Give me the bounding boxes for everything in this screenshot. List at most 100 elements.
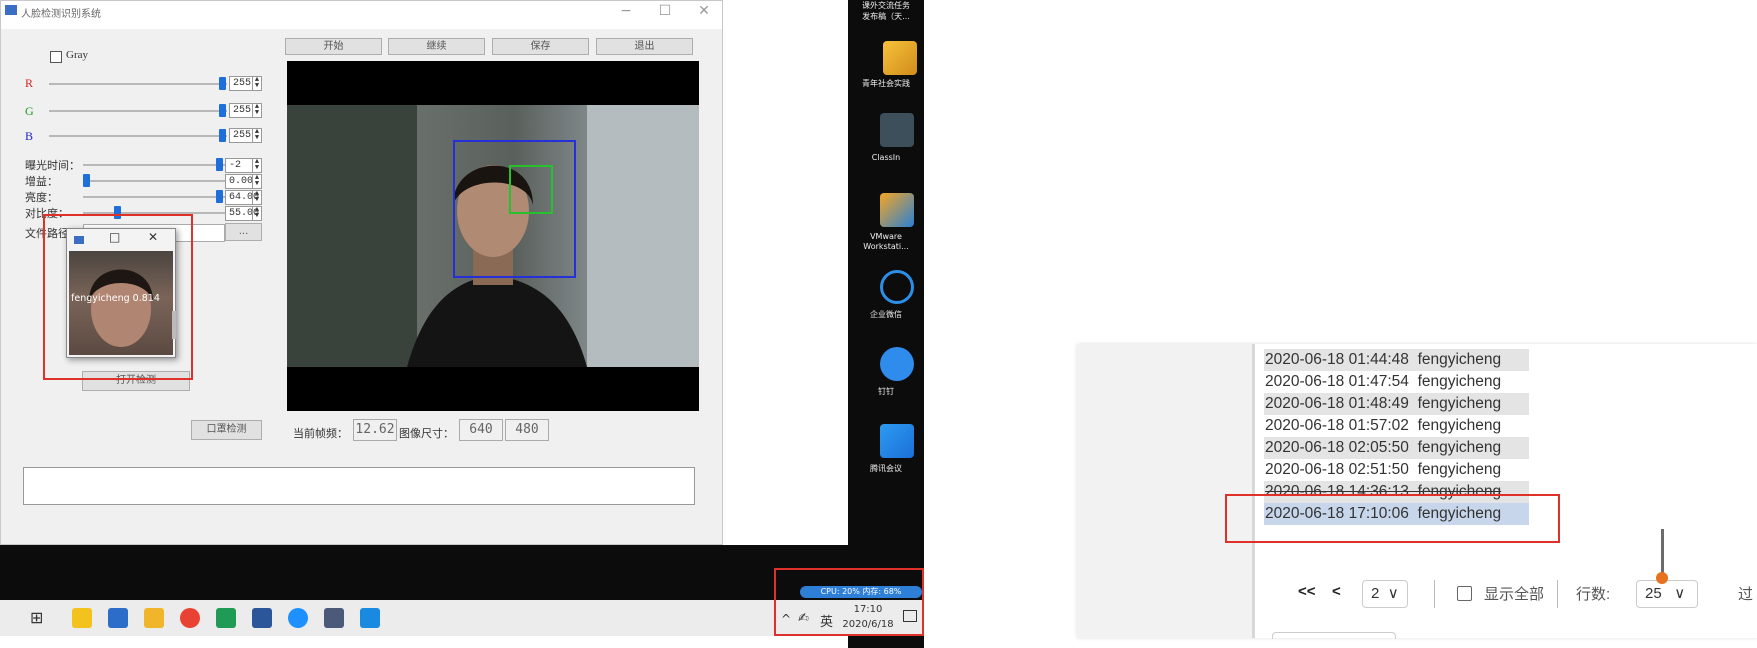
task-view-icon[interactable]: ⊞ [30,608,50,628]
gain-label: 增益： [25,176,58,188]
page-select[interactable]: 2 ∨ [1362,580,1408,608]
chevron-down-icon: ∨ [1387,585,1399,602]
close-button[interactable]: ✕ [687,1,721,23]
log-row-2[interactable]: 2020-06-18 01:48:49 fengyicheng [1264,393,1529,415]
log-name: fengyicheng [1417,373,1502,390]
taskbar-app-icon-p[interactable] [360,608,380,628]
vmware-icon[interactable] [880,193,914,227]
log-row-3[interactable]: 2020-06-18 01:57:02 fengyicheng [1264,415,1529,437]
log-date: 2020-06-18 02:51:50 [1265,461,1409,478]
log-row-1[interactable]: 2020-06-18 01:47:54 fengyicheng [1264,371,1529,393]
rows-per-page-select[interactable]: 25 ∨ [1636,580,1698,608]
window-light [587,105,699,367]
divider [1557,580,1558,608]
brightness-slider[interactable] [83,196,227,198]
desktop-icon-label-3: 企业微信 [870,310,902,319]
desktop-icon-label-1: ClassIn [871,153,901,162]
gray-checkbox[interactable] [50,51,62,63]
start-button[interactable]: 开始 [285,38,382,55]
b-slider-handle[interactable] [219,129,226,142]
filter-label-cut: 过 [1738,586,1754,603]
save-button[interactable]: 保存 [492,38,589,55]
first-page-button[interactable]: << [1298,583,1316,600]
browse-button[interactable]: ... [225,223,262,241]
log-name: fengyicheng [1417,461,1502,478]
width-display: 640 [459,419,503,441]
brightness-label: 亮度： [25,192,58,204]
brightness-spinbox[interactable]: 64.00 ▲ ▼ [225,190,262,205]
r-spinbox[interactable]: 255 ▲ ▼ [229,76,262,91]
contrast-spinbox[interactable]: 55.00 ▲ ▼ [225,206,262,221]
pycharm-icon[interactable] [216,608,236,628]
word-icon[interactable] [252,608,272,628]
gain-slider[interactable] [83,180,227,182]
wecom-icon[interactable] [880,270,914,304]
spin-arrows-icon[interactable]: ▲ ▼ [252,104,261,117]
exposure-slider-handle[interactable] [216,158,223,171]
exposure-label: 曝光时间： [25,160,80,172]
brightness-slider-handle[interactable] [216,190,223,203]
log-name: fengyicheng [1417,351,1502,368]
taskbar-app-icon-1[interactable] [72,608,92,628]
tencent-meeting-icon[interactable] [880,424,914,458]
log-date: 2020-06-18 01:48:49 [1265,395,1409,412]
chrome-icon[interactable] [180,608,200,628]
log-row-0[interactable]: 2020-06-18 01:44:48 fengyicheng [1264,349,1529,371]
continue-button[interactable]: 继续 [388,38,485,55]
page-select-value: 2 [1371,585,1380,602]
g-value: 255 [233,105,252,116]
prev-page-button[interactable]: < [1332,583,1341,600]
spin-arrows-icon[interactable]: ▲ ▼ [252,77,261,90]
exposure-value: -2 [229,160,242,171]
gain-spinbox[interactable]: 0.00 ▲ ▼ [225,174,262,189]
gain-slider-handle[interactable] [83,174,90,187]
gray-label: Gray [66,49,88,61]
rows-label: 行数: [1576,586,1611,603]
camera-frame [287,105,699,367]
g-slider[interactable] [49,110,227,112]
g-spinbox[interactable]: 255 ▲ ▼ [229,103,262,118]
classin-icon[interactable] [880,113,914,147]
minimize-button[interactable]: − [609,1,643,23]
desktop-top-text-2: 发布稿（天... [862,12,910,21]
exposure-slider[interactable] [83,164,227,166]
r-slider-handle[interactable] [219,77,226,90]
b-value: 255 [233,130,252,141]
cursor-pointer-line [1661,529,1664,576]
popup-highlight [43,214,193,380]
mail-icon[interactable] [108,608,128,628]
python-app-icon[interactable] [324,608,344,628]
b-spinbox[interactable]: 255 ▲ ▼ [229,128,262,143]
log-date: 2020-06-18 01:57:02 [1265,417,1409,434]
maximize-button[interactable]: ☐ [648,1,682,23]
log-row-4[interactable]: 2020-06-18 02:05:50 fengyicheng [1264,437,1529,459]
show-all-checkbox[interactable] [1457,586,1472,601]
browser-icon[interactable] [288,608,308,628]
exposure-spinbox[interactable]: -2 ▲ ▼ [225,158,262,173]
r-slider[interactable] [49,83,227,85]
log-date: 2020-06-18 01:44:48 [1265,351,1409,368]
spin-arrows-icon[interactable]: ▲ ▼ [252,159,261,172]
app-icon [5,5,17,15]
b-slider[interactable] [49,135,227,137]
camera-scene [287,105,699,367]
g-slider-handle[interactable] [219,104,226,117]
file-explorer-icon[interactable] [144,608,164,628]
show-all-label: 显示全部 [1484,586,1545,603]
latest-record-highlight [1225,494,1560,543]
r-value: 255 [233,78,252,89]
folder-icon[interactable] [883,41,917,75]
output-textbox[interactable] [23,467,695,505]
mask-detection-button[interactable]: 口罩检测 [191,420,262,440]
title-bar[interactable]: 人脸检测识别系统 − ☐ ✕ [1,1,722,29]
spin-arrows-icon[interactable]: ▲ ▼ [252,207,261,220]
spin-arrows-icon[interactable]: ▲ ▼ [252,191,261,204]
spin-arrows-icon[interactable]: ▲ ▼ [252,175,261,188]
fps-display: 12.62 [353,419,397,441]
exit-button[interactable]: 退出 [596,38,693,55]
web-sidebar-divider [1252,344,1255,638]
spin-arrows-icon[interactable]: ▲ ▼ [252,129,261,142]
divider [1434,580,1435,608]
log-row-5[interactable]: 2020-06-18 02:51:50 fengyicheng [1264,459,1529,481]
dingtalk-icon[interactable] [880,347,914,381]
